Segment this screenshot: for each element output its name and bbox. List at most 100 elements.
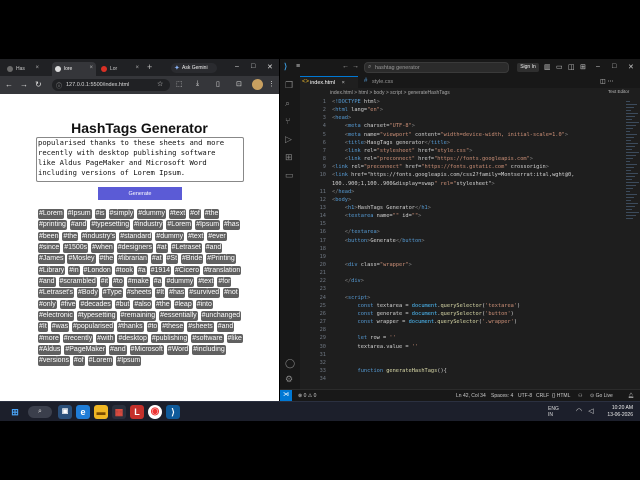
line-number: 21	[319, 270, 326, 277]
letter-l-app-icon[interactable]: L	[130, 405, 144, 419]
download-icon[interactable]: ⤓	[196, 80, 199, 88]
explorer-icon[interactable]: ❐	[285, 80, 293, 91]
hashtag-chip: #versions	[38, 356, 70, 367]
sign-in-button[interactable]: Sign In	[517, 63, 539, 72]
close-window-icon[interactable]: ✕	[628, 63, 634, 71]
minimize-icon[interactable]: –	[235, 63, 239, 70]
settings-gear-icon[interactable]: ⚙	[285, 374, 293, 385]
hashtag-chip: #Lorem	[38, 209, 64, 219]
chrome-browser-icon[interactable]: ◉	[148, 405, 162, 419]
back-arrow-icon[interactable]: ←	[5, 80, 13, 89]
minimap-line	[626, 185, 636, 186]
code-editor[interactable]: 1 <!DOCTYPE html> 2 <html lang="en"> 3 <head>…	[300, 98, 625, 388]
extensions-icon[interactable]: ⬚	[176, 80, 183, 88]
forward-arrow-icon[interactable]: →	[352, 63, 359, 70]
line-number: 18	[319, 245, 326, 252]
remote-explorer-icon[interactable]: ▭	[285, 170, 294, 181]
site-info-icon[interactable]: ⓘ	[56, 81, 62, 90]
minimap[interactable]	[625, 98, 640, 388]
search-icon[interactable]: ⌕	[285, 98, 290, 109]
close-window-icon[interactable]: ✕	[267, 63, 273, 71]
minimap-line	[626, 164, 637, 165]
text-input-area[interactable]	[36, 137, 244, 182]
back-arrow-icon[interactable]: ←	[342, 63, 349, 70]
go-live-label: Go Live	[595, 393, 613, 399]
split-view-icon[interactable]: ▯	[216, 80, 220, 88]
browser-tab[interactable]: Has ×	[4, 62, 42, 76]
reload-icon[interactable]: ↻	[35, 80, 42, 89]
sidebar-icon[interactable]: ⊡	[236, 80, 242, 88]
remote-indicator-icon[interactable]: ⋊	[280, 390, 292, 401]
edge-browser-icon[interactable]: e	[76, 405, 90, 419]
close-tab-icon[interactable]: ×	[342, 80, 345, 86]
run-debug-icon[interactable]: ▷	[285, 134, 292, 145]
close-tab-icon[interactable]: ×	[35, 65, 39, 71]
profile-avatar[interactable]	[252, 79, 263, 90]
breadcrumb[interactable]: index.html > html > body > script > gene…	[300, 88, 640, 98]
browser-tab[interactable]: Lor ×	[98, 62, 142, 76]
indentation[interactable]: Spaces: 4	[491, 393, 513, 399]
hashtag-chip: #survived	[188, 288, 221, 298]
extensions-icon[interactable]: ⊞	[285, 152, 293, 163]
minimap-line	[626, 107, 634, 108]
hashtag-chip: #printing	[38, 220, 67, 230]
hashtag-chip: #the	[203, 209, 220, 219]
kebab-menu-icon[interactable]: ⋮	[268, 80, 275, 88]
taskbar-search-icon[interactable]: ⌕	[28, 406, 52, 418]
tab-index-html[interactable]: <> index.html ×	[300, 76, 358, 88]
split-icon[interactable]: ◫	[568, 63, 575, 71]
hashtag-chip: #librarian	[117, 254, 148, 264]
line-ending[interactable]: CRLF	[536, 393, 549, 399]
system-tray[interactable]: ENG IN	[548, 406, 559, 418]
minimap-line	[626, 206, 635, 207]
source-control-icon[interactable]: ⑂	[285, 116, 290, 126]
minimap-line	[626, 191, 630, 192]
browser-tab-active[interactable]: lore ×	[52, 62, 96, 76]
copilot-icon[interactable]: ⚇	[578, 393, 582, 399]
hashtag-chip: #the	[155, 299, 171, 310]
line-number: 5	[322, 131, 326, 138]
line-number: 31	[319, 351, 326, 358]
maximize-icon[interactable]: □	[251, 63, 255, 70]
command-center-search[interactable]: ⌕ hashtag generator	[364, 62, 509, 73]
hashtag-chip: #sheets	[187, 322, 214, 333]
hashtag-chip: #Letraset's	[38, 288, 75, 298]
new-tab-plus-icon[interactable]: +	[147, 62, 152, 72]
minimap-line	[626, 146, 635, 147]
hamburger-icon[interactable]: ≡	[296, 63, 300, 70]
panel-icon[interactable]: ▭	[556, 63, 563, 71]
language-mode[interactable]: {} HTML	[552, 393, 570, 399]
customize-layout-icon[interactable]: ⊞	[580, 63, 586, 71]
app-grid-icon[interactable]: ▦	[112, 405, 126, 419]
hashtag-chip: #but	[114, 299, 131, 310]
line-number: 32	[319, 359, 326, 366]
cursor-position[interactable]: Ln 42, Col 34	[456, 393, 486, 399]
problems-indicator[interactable]: ⊗ 0 ⚠ 0	[298, 393, 316, 399]
windows-start-icon[interactable]: ⊞	[8, 405, 22, 419]
line-number: 11	[319, 188, 326, 195]
line-number: 34	[319, 376, 326, 383]
minimap-line	[626, 104, 637, 105]
vscode-taskbar-icon[interactable]: ⟩	[166, 405, 180, 419]
account-icon[interactable]: ◯	[285, 358, 295, 369]
file-explorer-icon[interactable]: ▬	[94, 405, 108, 419]
minimize-icon[interactable]: –	[596, 63, 600, 70]
generate-button[interactable]: Generate	[98, 187, 182, 200]
notifications-bell-icon[interactable]: 🔔︎	[628, 393, 634, 399]
clock[interactable]: 10:20 AM 13-06-2026	[597, 405, 633, 418]
close-tab-icon[interactable]: ×	[135, 65, 139, 71]
tab-style-css[interactable]: # style.css	[362, 76, 408, 88]
layout-icon[interactable]: ▥	[544, 63, 551, 71]
ask-gemini-button[interactable]: ✦ Ask Gemini	[171, 63, 217, 73]
maximize-icon[interactable]: □	[612, 63, 616, 70]
editor-actions[interactable]: ◫ ⋯	[600, 78, 613, 85]
hashtag-chip: #software	[191, 333, 224, 344]
url-field[interactable]: ⓘ 127.0.0.1:5500/index.html	[52, 79, 170, 91]
encoding[interactable]: UTF-8	[518, 393, 532, 399]
bookmark-star-icon[interactable]: ☆	[157, 80, 163, 88]
go-live-button[interactable]: ⊙ Go Live	[590, 393, 613, 399]
task-view-icon[interactable]: ▣	[58, 405, 72, 419]
close-tab-icon[interactable]: ×	[89, 65, 93, 71]
forward-arrow-icon[interactable]: →	[20, 80, 28, 89]
volume-icon[interactable]: ◁	[584, 405, 598, 419]
